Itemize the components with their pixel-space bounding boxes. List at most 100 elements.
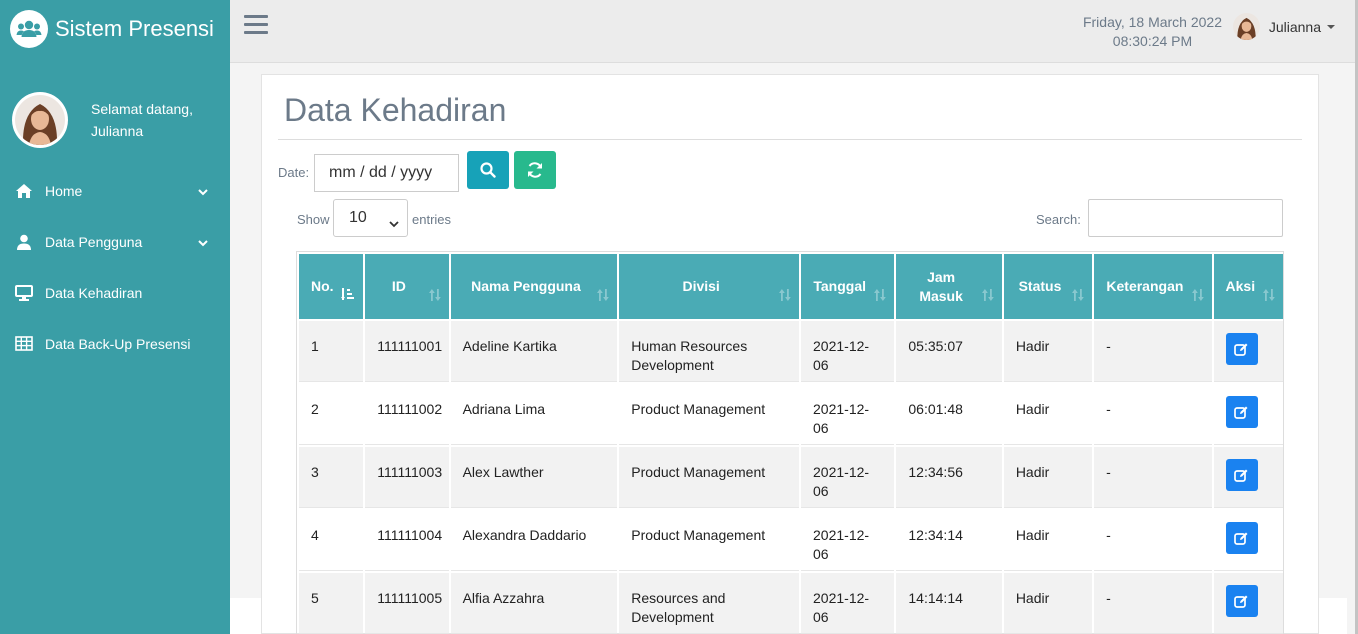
- cell-text: Product Management: [631, 527, 766, 543]
- column-header-label: Masuk: [919, 287, 963, 304]
- table-cell: [1213, 447, 1283, 508]
- table-cell: -: [1094, 384, 1212, 445]
- page-title: Data Kehadiran: [284, 92, 507, 128]
- column-header-label: Divisi: [682, 278, 720, 294]
- search-label: Search:: [1036, 212, 1081, 227]
- sort-icon: [1191, 287, 1204, 306]
- edit-button[interactable]: [1225, 522, 1258, 554]
- table-cell: 2: [299, 384, 364, 445]
- sidebar-item-home[interactable]: Home: [0, 165, 230, 216]
- table-cell: Product Management: [619, 510, 800, 571]
- topbar: Friday, 18 March 2022 08:30:24 PM Julian…: [230, 0, 1355, 63]
- table-cell: -: [1094, 447, 1212, 508]
- refresh-button[interactable]: [514, 151, 556, 189]
- avatar: [1232, 13, 1260, 40]
- column-header[interactable]: Keterangan: [1094, 254, 1212, 319]
- column-header[interactable]: Nama Pengguna: [450, 254, 618, 319]
- edit-icon: [1234, 532, 1248, 545]
- table-cell: Alex Lawther: [450, 447, 618, 508]
- table-cell: 2021-12-06: [801, 447, 895, 508]
- entries-label: entries: [412, 212, 452, 227]
- search-button[interactable]: [467, 151, 509, 189]
- table-cell: [1213, 510, 1283, 571]
- menu-toggle-icon[interactable]: [244, 15, 268, 37]
- table-cell: 111111004: [365, 510, 449, 571]
- sidebar-item-label: Data Kehadiran: [45, 284, 143, 301]
- table-cell: -: [1094, 510, 1212, 571]
- content-box: Data Kehadiran Date: mm / dd / yyyy Show…: [261, 74, 1319, 634]
- show-label: Show: [297, 212, 330, 227]
- table-row: 5 111111005 Alfia Azzahra Resources and Deve…: [299, 573, 1283, 634]
- chevron-down-icon: [198, 183, 208, 199]
- edit-button[interactable]: [1225, 396, 1258, 428]
- sort-icon: [1263, 287, 1275, 306]
- table-cell: Adriana Lima: [450, 384, 618, 445]
- column-header[interactable]: Jam Masuk: [896, 254, 1002, 319]
- home-icon: [15, 182, 33, 200]
- column-header[interactable]: No.: [299, 254, 364, 319]
- table-cell: 05:35:07: [896, 321, 1002, 382]
- table-cell: 111111002: [365, 384, 449, 445]
- column-header-label: Nama Pengguna: [471, 278, 581, 294]
- cell-text: Product Management: [631, 401, 766, 417]
- column-header[interactable]: Divisi: [619, 254, 800, 319]
- sort-icon: [1072, 287, 1084, 306]
- column-header-label: ID: [391, 278, 406, 294]
- column-header-label: Aksi: [1225, 278, 1256, 294]
- table-cell: Hadir: [1003, 447, 1093, 508]
- column-header[interactable]: Tanggal: [801, 254, 895, 319]
- search-input[interactable]: [1088, 199, 1283, 237]
- column-header[interactable]: Status: [1003, 254, 1093, 319]
- cell-text: Product Management: [631, 464, 766, 480]
- table-cell: [1213, 321, 1283, 382]
- search-icon: [480, 162, 496, 178]
- entries-select[interactable]: 10: [333, 199, 408, 237]
- table-cell: 1: [299, 321, 364, 382]
- table-cell: [1213, 573, 1283, 634]
- table-cell: Hadir: [1003, 573, 1093, 634]
- table-cell: 3: [299, 447, 364, 508]
- table-cell: 111111001: [365, 321, 449, 382]
- table-cell: -: [1094, 573, 1212, 634]
- greeting-text: Selamat datang,: [91, 101, 193, 117]
- table-cell: 12:34:56: [896, 447, 1002, 508]
- sort-icon: [779, 287, 791, 306]
- table-cell: Alfia Azzahra: [450, 573, 618, 634]
- caret-down-icon: [1327, 24, 1335, 29]
- column-header[interactable]: ID: [365, 254, 449, 319]
- edit-button[interactable]: [1225, 333, 1258, 365]
- table-cell: 2021-12-06: [801, 573, 895, 634]
- sidebar-item-data-backup-presensi[interactable]: Data Back-Up Presensi: [0, 318, 230, 369]
- table-row: 1 111111001 Adeline Kartika Human Resources…: [299, 321, 1283, 382]
- column-header[interactable]: Aksi: [1213, 254, 1283, 319]
- table-cell: Hadir: [1003, 384, 1093, 445]
- date-input[interactable]: mm / dd / yyyy: [314, 154, 459, 192]
- user-menu[interactable]: Julianna: [1232, 13, 1335, 40]
- sort-icon: [428, 287, 441, 306]
- column-header-label: No.: [311, 278, 334, 294]
- cell-text: Human Resources: [631, 338, 748, 354]
- cell-text: Resources and: [631, 590, 726, 606]
- column-header-label: Jam: [927, 268, 956, 285]
- table-cell: 12:34:14: [896, 510, 1002, 571]
- table-cell: -: [1094, 321, 1212, 382]
- sidebar-item-data-kehadiran[interactable]: Data Kehadiran: [0, 267, 230, 318]
- column-header-label: Keterangan: [1106, 278, 1184, 294]
- page-background: [230, 598, 261, 634]
- edit-button[interactable]: [1225, 585, 1258, 617]
- table-cell: [1213, 384, 1283, 445]
- table-cell: 5: [299, 573, 364, 634]
- sidebar-item-data-pengguna[interactable]: Data Pengguna: [0, 216, 230, 267]
- table-cell: 14:14:14: [896, 573, 1002, 634]
- table-cell: Hadir: [1003, 321, 1093, 382]
- table-icon: [15, 335, 33, 353]
- table-body: 1 111111001 Adeline Kartika Human Resources…: [299, 321, 1283, 634]
- edit-icon: [1234, 343, 1248, 356]
- edit-button[interactable]: [1225, 459, 1258, 491]
- cell-text: Development: [631, 357, 714, 373]
- table-cell: Hadir: [1003, 510, 1093, 571]
- avatar: [12, 92, 68, 148]
- brand[interactable]: Sistem Presensi: [0, 0, 230, 57]
- table-cell: 2021-12-06: [801, 321, 895, 382]
- table-row: 2 111111002 Adriana Lima Product Management…: [299, 384, 1283, 445]
